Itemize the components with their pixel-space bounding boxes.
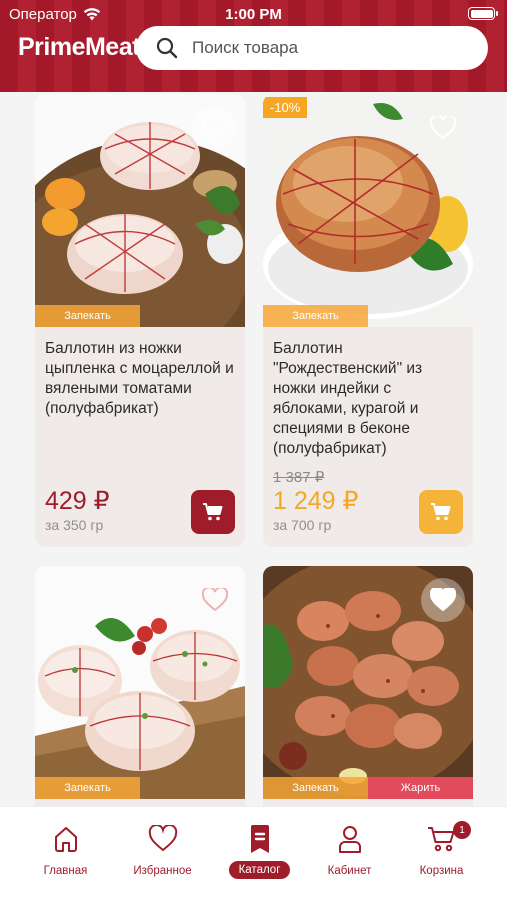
cooking-tags: Запекать Жарить bbox=[263, 777, 473, 799]
add-to-cart-button[interactable] bbox=[191, 490, 235, 534]
heart-outline-icon bbox=[202, 588, 228, 612]
status-time: 1:00 PM bbox=[225, 6, 282, 23]
bottom-tab-bar: Главная Избранное Каталог Кабинет 1 Корз… bbox=[0, 806, 507, 900]
tag-bake: Запекать bbox=[35, 305, 140, 327]
cart-icon bbox=[203, 503, 223, 521]
product-card[interactable]: Запекать bbox=[35, 566, 245, 806]
product-image[interactable]: -10% Запекать bbox=[263, 94, 473, 327]
product-grid: Запекать Баллотин из ножки цыпленка с мо… bbox=[0, 92, 507, 806]
search-bar[interactable] bbox=[136, 26, 488, 70]
tab-label: Корзина bbox=[419, 865, 464, 877]
tag-bake: Запекать bbox=[35, 777, 140, 799]
product-image[interactable]: Запекать bbox=[35, 566, 245, 799]
product-old-price: 1 387 ₽ bbox=[273, 469, 325, 486]
product-card[interactable]: -10% Запекать Баллотин "Рождественский" … bbox=[263, 94, 473, 547]
tag-fry: Жарить bbox=[368, 777, 473, 799]
product-card[interactable]: Запекать Баллотин из ножки цыпленка с мо… bbox=[35, 94, 245, 547]
tab-favorites[interactable]: Избранное bbox=[112, 807, 213, 900]
tab-catalog[interactable]: Каталог bbox=[209, 807, 310, 900]
cooking-tags: Запекать bbox=[35, 305, 245, 327]
heart-filled-icon bbox=[430, 588, 456, 612]
tab-label: Кабинет bbox=[327, 865, 372, 877]
product-image[interactable]: Запекать bbox=[35, 94, 245, 327]
favorite-button[interactable] bbox=[193, 578, 237, 622]
app-logo[interactable]: PrimeMeat bbox=[18, 33, 140, 62]
heart-outline-icon bbox=[430, 116, 456, 140]
user-icon bbox=[334, 823, 366, 855]
battery-icon bbox=[468, 7, 498, 20]
search-icon bbox=[156, 37, 178, 59]
heart-icon bbox=[147, 823, 179, 855]
home-icon bbox=[50, 823, 82, 855]
tab-label: Каталог bbox=[228, 861, 291, 879]
product-title[interactable]: Баллотин из ножки цыпленка с моцареллой … bbox=[45, 339, 239, 419]
product-price: 429 ₽ bbox=[45, 487, 110, 515]
cooking-tags: Запекать bbox=[35, 777, 245, 799]
tab-label: Главная bbox=[43, 865, 88, 877]
status-bar: Оператор 1:00 PM bbox=[0, 0, 507, 28]
tab-account[interactable]: Кабинет bbox=[299, 807, 400, 900]
heart-outline-icon bbox=[202, 116, 228, 140]
tab-label: Избранное bbox=[133, 865, 192, 877]
product-weight: за 350 гр bbox=[45, 517, 104, 533]
tab-cart[interactable]: 1 Корзина bbox=[391, 807, 492, 900]
app-header: Оператор 1:00 PM PrimeMeat bbox=[0, 0, 507, 92]
catalog-icon bbox=[244, 823, 276, 855]
cart-count-badge: 1 bbox=[453, 821, 471, 839]
cart-icon bbox=[431, 503, 451, 521]
favorite-button[interactable] bbox=[193, 106, 237, 150]
discount-badge: -10% bbox=[263, 97, 308, 118]
tag-bake: Запекать bbox=[263, 305, 368, 327]
product-card[interactable]: Запекать Жарить bbox=[263, 566, 473, 806]
tag-bake: Запекать bbox=[263, 777, 368, 799]
favorite-button[interactable] bbox=[421, 578, 465, 622]
product-image[interactable]: Запекать Жарить bbox=[263, 566, 473, 799]
cooking-tags: Запекать bbox=[263, 305, 473, 327]
add-to-cart-button[interactable] bbox=[419, 490, 463, 534]
favorite-button[interactable] bbox=[421, 106, 465, 150]
product-title[interactable]: Баллотин "Рождественский" из ножки индей… bbox=[273, 339, 467, 459]
product-weight: за 700 гр bbox=[273, 517, 332, 533]
tab-home[interactable]: Главная bbox=[15, 807, 116, 900]
product-price: 1 249 ₽ bbox=[273, 487, 359, 515]
search-input[interactable] bbox=[192, 38, 472, 58]
